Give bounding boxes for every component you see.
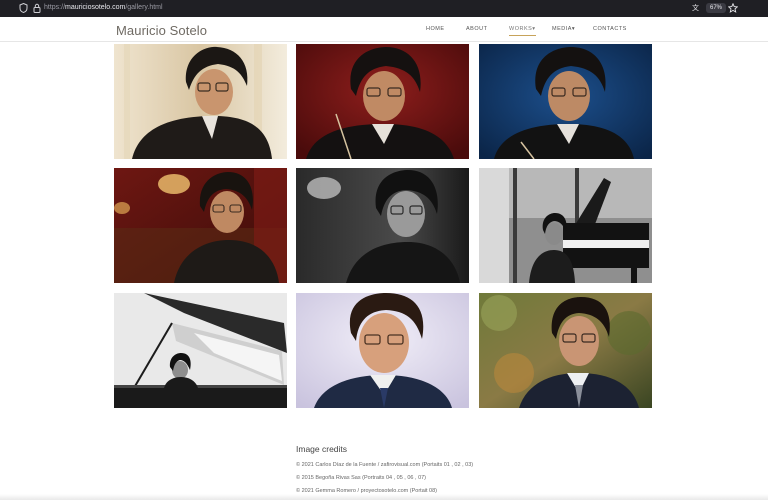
gallery-photo-8[interactable] xyxy=(296,293,469,408)
nav-media-label: MEDIA xyxy=(552,26,572,32)
browser-toolbar: https://mauriciosotelo.com/gallery.html … xyxy=(0,0,768,17)
nav-about[interactable]: ABOUT xyxy=(466,26,487,32)
site-header: Mauricio Sotelo HOME ABOUT WORKS▾ MEDIA▾… xyxy=(0,17,768,42)
lock-icon[interactable] xyxy=(33,3,41,15)
nav-media[interactable]: MEDIA▾ xyxy=(552,26,575,32)
nav-home[interactable]: HOME xyxy=(426,26,445,32)
gallery-photo-6[interactable] xyxy=(479,168,652,283)
url-domain: mauriciosotelo.com xyxy=(65,4,126,11)
url-path: /gallery.html xyxy=(125,4,163,11)
site-logo[interactable]: Mauricio Sotelo xyxy=(116,23,207,38)
nav-contacts[interactable]: CONTACTS xyxy=(593,26,627,32)
url-prefix: https:// xyxy=(44,4,66,11)
gallery-photo-3[interactable] xyxy=(479,44,652,159)
address-bar[interactable]: https://mauriciosotelo.com/gallery.html xyxy=(44,4,163,11)
image-credits-title: Image credits xyxy=(296,444,348,454)
gallery-photo-4[interactable] xyxy=(114,168,287,283)
star-icon[interactable] xyxy=(727,2,739,15)
zoom-badge[interactable]: 67% xyxy=(706,3,727,13)
gallery-photo-2[interactable] xyxy=(296,44,469,159)
svg-text:文: 文 xyxy=(692,3,699,12)
shield-icon[interactable] xyxy=(19,2,28,15)
photo-gallery xyxy=(114,44,652,408)
gallery-photo-1[interactable] xyxy=(114,44,287,159)
nav-works[interactable]: WORKS▾ xyxy=(509,26,536,36)
gallery-photo-5[interactable] xyxy=(296,168,469,283)
gallery-photo-9[interactable] xyxy=(479,293,652,408)
chevron-down-icon: ▾ xyxy=(571,26,576,32)
page-bottom-edge xyxy=(0,494,768,500)
credit-line-1: © 2021 Carlos Díaz de la Fuente / zafiro… xyxy=(296,462,474,468)
gallery-photo-7[interactable] xyxy=(114,293,287,408)
nav-works-label: WORKS xyxy=(509,26,533,32)
credit-line-2: © 2015 Begoña Rivas Sas (Portraits 04 , … xyxy=(296,475,427,481)
translate-icon[interactable]: 文 xyxy=(692,3,702,15)
chevron-down-icon: ▾ xyxy=(532,26,536,32)
